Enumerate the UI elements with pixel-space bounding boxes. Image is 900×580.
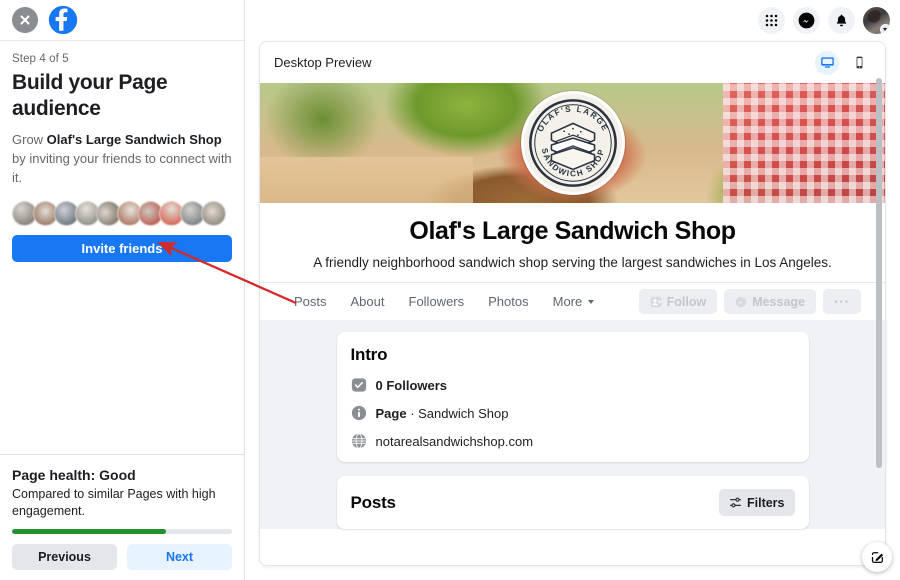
intro-category-text: Page · Sandwich Shop <box>376 406 509 421</box>
page-health-title: Page health: Good <box>12 467 136 483</box>
tab-posts-label: Posts <box>294 293 327 309</box>
messenger-icon <box>735 296 747 307</box>
chevron-down-icon[interactable] <box>880 23 890 34</box>
page-health-progress <box>12 529 232 534</box>
message-button-label: Message <box>752 294 805 309</box>
tab-more[interactable]: More <box>543 288 605 316</box>
friend-avatars-row <box>12 200 232 226</box>
cover-checkered-cloth <box>722 83 885 203</box>
scrollbar-thumb[interactable] <box>876 78 882 468</box>
posts-card: Posts Filters <box>336 476 809 529</box>
next-button[interactable]: Next <box>127 544 232 570</box>
main-area: Desktop Preview OLAF'S LARGE SANDWICH SH… <box>245 0 900 580</box>
ellipsis-icon: ··· <box>834 294 850 309</box>
chevron-down-icon <box>588 299 595 304</box>
cover-wood-board <box>260 157 473 203</box>
grid-menu-icon[interactable] <box>758 6 785 34</box>
desc-prefix: Grow <box>12 132 47 147</box>
global-top-nav <box>245 0 900 41</box>
cover-photo[interactable]: OLAF'S LARGE SANDWICH SHOP <box>260 83 885 203</box>
info-circle-icon <box>351 405 366 421</box>
sidebar-heading: Build your Page audience <box>12 71 168 120</box>
tab-followers-label: Followers <box>408 293 465 309</box>
intro-row-category: Page · Sandwich Shop <box>351 405 795 421</box>
wizard-nav-buttons: Previous Next <box>12 544 232 570</box>
globe-icon <box>351 433 366 449</box>
add-person-icon <box>650 296 661 307</box>
feed-column: Intro 0 Followers Page · Sandwich Shop n… <box>336 332 809 529</box>
page-profile-logo[interactable]: OLAF'S LARGE SANDWICH SHOP <box>520 91 625 195</box>
sandwich-badge-icon: OLAF'S LARGE SANDWICH SHOP <box>527 97 618 189</box>
messenger-icon[interactable] <box>793 6 820 34</box>
intro-row-followers: 0 Followers <box>351 377 795 393</box>
preview-scroll-area: OLAF'S LARGE SANDWICH SHOP Olaf's Large … <box>260 83 885 565</box>
intro-website-url: notarealsandwichshop.com <box>375 433 534 449</box>
more-options-button[interactable]: ··· <box>823 289 861 314</box>
page-preview-card: Desktop Preview OLAF'S LARGE SANDWICH SH… <box>259 41 886 566</box>
sliders-filter-icon <box>730 497 741 508</box>
vertical-scrollbar[interactable] <box>876 78 882 559</box>
intro-category-bold: Page <box>375 405 407 421</box>
step-indicator: Step 4 of 5 <box>12 53 69 65</box>
page-tabbar: Posts About Followers Photos More Follow… <box>260 282 885 320</box>
intro-followers-bold: 0 Followers <box>375 377 448 393</box>
tab-about-label: About <box>350 293 385 309</box>
tab-photos[interactable]: Photos <box>478 288 538 316</box>
page-health-subtitle: Compared to similar Pages with high enga… <box>12 487 216 518</box>
previous-button[interactable]: Previous <box>12 544 117 570</box>
page-identity: Olaf's Large Sandwich Shop A friendly ne… <box>260 203 885 282</box>
compose-edit-icon[interactable] <box>862 542 892 572</box>
page-description: A friendly neighborhood sandwich shop se… <box>313 255 832 270</box>
account-avatar[interactable] <box>863 6 890 34</box>
invite-friends-button[interactable]: Invite friends <box>12 235 232 262</box>
page-action-buttons: Follow Message ··· <box>638 289 861 314</box>
notifications-bell-icon[interactable] <box>828 6 855 34</box>
tab-posts[interactable]: Posts <box>284 288 337 316</box>
friend-avatar <box>201 200 226 226</box>
follow-button-label: Follow <box>666 294 707 309</box>
app-root: Step 4 of 5 Build your Page audience Gro… <box>0 0 900 580</box>
desc-suffix: by inviting your friends to connect with… <box>12 151 232 185</box>
sidebar-body: Step 4 of 5 Build your Page audience Gro… <box>0 41 244 454</box>
page-title: Olaf's Large Sandwich Shop <box>409 217 736 245</box>
followers-check-icon <box>351 378 366 392</box>
mobile-phone-icon[interactable] <box>847 51 871 75</box>
page-health-progress-fill <box>12 529 166 534</box>
posts-title: Posts <box>350 492 396 512</box>
desktop-monitor-icon[interactable] <box>815 50 839 75</box>
desc-page-name: Olaf's Large Sandwich Shop <box>46 132 222 147</box>
intro-row-website: notarealsandwichshop.com <box>351 433 795 449</box>
preview-wrapper: Desktop Preview OLAF'S LARGE SANDWICH SH… <box>245 41 900 580</box>
tab-followers[interactable]: Followers <box>399 288 475 316</box>
tab-more-label: More <box>552 293 583 309</box>
tab-photos-label: Photos <box>488 293 529 309</box>
intro-title: Intro <box>350 345 388 364</box>
intro-card: Intro 0 Followers Page · Sandwich Shop n… <box>336 332 809 462</box>
filters-button[interactable]: Filters <box>718 489 795 516</box>
follow-button[interactable]: Follow <box>638 289 718 314</box>
sidebar-description: Grow Olaf's Large Sandwich Shop by invit… <box>12 130 232 187</box>
page-feed: Intro 0 Followers Page · Sandwich Shop n… <box>260 320 885 529</box>
message-button[interactable]: Message <box>724 289 816 314</box>
tab-about[interactable]: About <box>341 288 395 316</box>
intro-followers-text: 0 Followers <box>376 378 448 393</box>
filters-button-label: Filters <box>746 495 785 510</box>
device-toggle-group <box>815 50 871 75</box>
close-icon[interactable] <box>12 7 38 33</box>
preview-header: Desktop Preview <box>260 42 885 83</box>
page-health-section: Page health: Good Compared to similar Pa… <box>0 454 244 580</box>
facebook-logo[interactable] <box>48 5 78 35</box>
intro-rows: 0 Followers Page · Sandwich Shop notarea… <box>351 377 795 449</box>
page-setup-sidebar: Step 4 of 5 Build your Page audience Gro… <box>0 0 245 580</box>
intro-category-rest: · Sandwich Shop <box>406 405 509 421</box>
intro-website-text[interactable]: notarealsandwichshop.com <box>376 434 534 449</box>
sidebar-topbar <box>0 0 244 41</box>
preview-title: Desktop Preview <box>274 55 372 70</box>
